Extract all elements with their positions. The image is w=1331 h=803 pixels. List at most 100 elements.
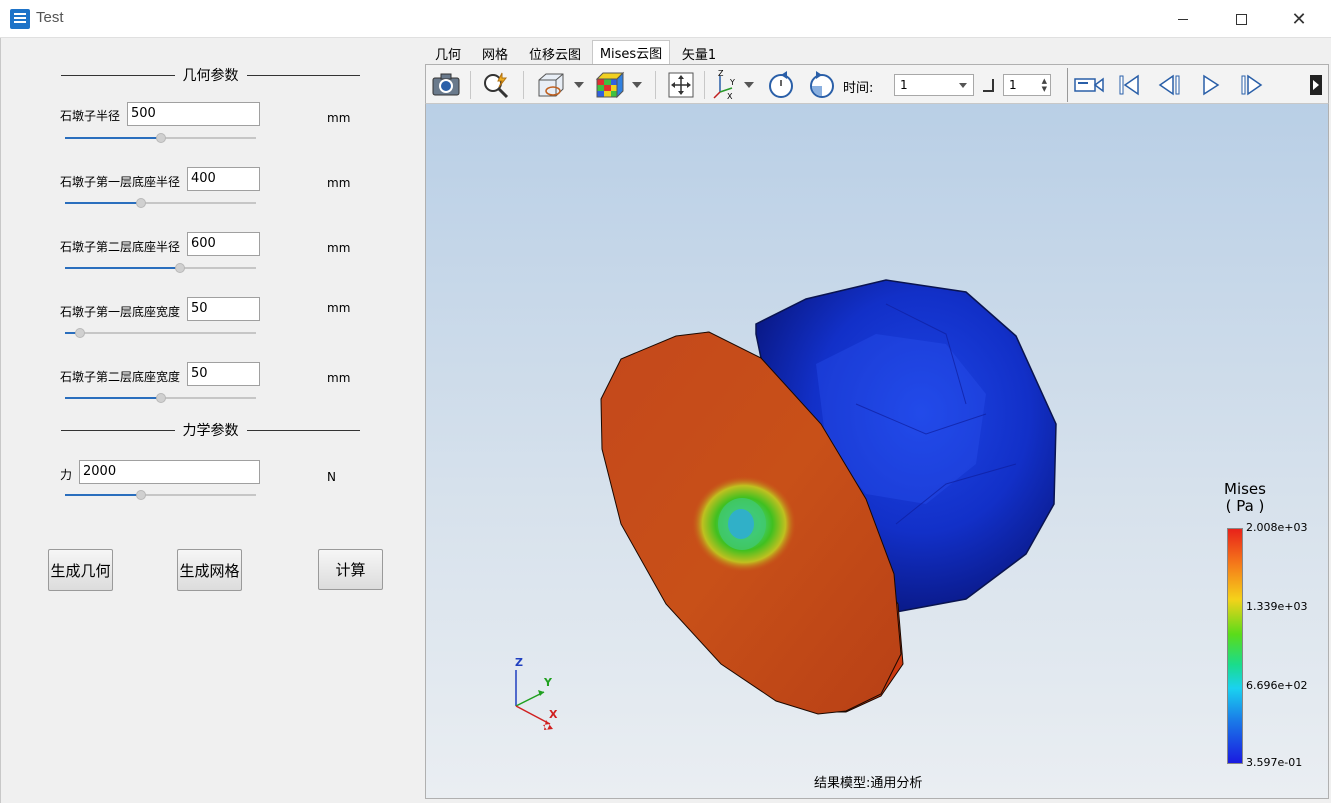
step-icon [983, 79, 994, 92]
force-input[interactable]: 2000 [79, 460, 260, 484]
rotate-cw-icon [769, 71, 793, 98]
minimize-button[interactable] [1154, 0, 1212, 38]
slider-thumb[interactable] [174, 263, 185, 273]
close-button[interactable]: ✕ [1270, 0, 1328, 38]
param-unit: mm [327, 241, 351, 255]
rotate-cw-button[interactable] [764, 68, 798, 102]
radius-slider[interactable] [65, 132, 256, 144]
base2-radius-input[interactable]: 600 [187, 232, 260, 256]
maximize-button[interactable] [1212, 0, 1270, 38]
record-button[interactable] [1069, 68, 1109, 102]
geometry-section-title: 几何参数 [182, 68, 239, 84]
result-viewport[interactable]: Z Y X Mises ( Pa ) 2.008e+03 1.339e+03 6… [425, 104, 1329, 799]
title-bar: Test ✕ [0, 0, 1331, 38]
mechanics-section-title: 力学参数 [182, 423, 239, 439]
first-frame-button[interactable] [1112, 68, 1146, 102]
prev-frame-icon [1158, 74, 1180, 96]
color-legend-bar [1227, 528, 1243, 764]
radius-input[interactable]: 500 [127, 102, 260, 126]
force-slider[interactable] [65, 489, 256, 501]
box-view-button[interactable] [534, 68, 568, 102]
screenshot-button[interactable] [429, 68, 463, 102]
record-icon [1074, 77, 1104, 93]
axis-y-label: Y [544, 676, 552, 689]
param-label-force: 力 [60, 468, 73, 482]
first-frame-icon [1119, 74, 1139, 96]
slider-thumb[interactable] [75, 328, 86, 338]
toolbar-overflow-button[interactable] [1310, 75, 1322, 95]
param-unit: mm [327, 111, 351, 125]
param-label-base2-radius: 石墩子第二层底座半径 [60, 240, 181, 254]
window-title: Test [36, 9, 64, 26]
chevron-right-icon [1313, 80, 1319, 90]
legend-mid-high: 1.339e+03 [1246, 600, 1308, 613]
legend-title-line2: ( Pa ) [1225, 497, 1265, 515]
spin-up-icon[interactable]: ▲ [1042, 77, 1047, 85]
param-unit: mm [327, 371, 351, 385]
fit-view-icon [668, 72, 694, 98]
slider-thumb[interactable] [155, 393, 166, 403]
time-select[interactable]: 1 [894, 74, 974, 96]
tab-mesh[interactable]: 网格 [475, 42, 515, 64]
result-model-status: 结果模型:通用分析 [814, 776, 923, 791]
spin-down-icon[interactable]: ▼ [1042, 85, 1047, 93]
axes-icon: ZYX [713, 70, 735, 100]
base1-width-input[interactable]: 50 [187, 297, 260, 321]
chevron-down-icon [959, 83, 967, 88]
svg-text:Y: Y [729, 78, 735, 87]
axis-x-label: X [549, 708, 558, 721]
svg-text:X: X [727, 92, 733, 100]
param-unit: mm [327, 176, 351, 190]
next-frame-icon [1241, 74, 1263, 96]
base2-width-slider[interactable] [65, 392, 256, 404]
param-label-base1-width: 石墩子第一层底座宽度 [60, 305, 181, 319]
param-label-base2-width: 石墩子第二层底座宽度 [60, 370, 181, 384]
tab-mises[interactable]: Mises云图 [592, 40, 670, 64]
legend-title-line1: Mises [1224, 480, 1266, 498]
param-unit: N [327, 470, 336, 484]
tab-displacement[interactable]: 位移云图 [523, 42, 587, 64]
maximize-icon [1235, 13, 1247, 25]
minimize-icon [1178, 18, 1188, 20]
legend-max: 2.008e+03 [1246, 521, 1308, 534]
view-tabs: 几何 网格 位移云图 Mises云图 矢量1 [425, 38, 1329, 64]
generate-mesh-button[interactable]: 生成网格 [177, 549, 242, 591]
app-icon [10, 9, 30, 29]
tab-vector[interactable]: 矢量1 [677, 42, 721, 64]
play-icon [1203, 74, 1220, 96]
slider-thumb[interactable] [155, 133, 166, 143]
legend-min: 3.597e-01 [1246, 756, 1303, 769]
base2-radius-slider[interactable] [65, 262, 256, 274]
slider-thumb[interactable] [136, 198, 147, 208]
close-icon: ✕ [1291, 8, 1307, 30]
rotate-ccw-button[interactable] [805, 68, 839, 102]
slider-thumb[interactable] [136, 490, 147, 500]
color-map-button[interactable] [593, 68, 627, 102]
next-frame-button[interactable] [1234, 68, 1268, 102]
step-spinbox-value: 1 [1009, 78, 1017, 92]
param-label-radius: 石墩子半径 [60, 109, 121, 123]
axis-z-label: Z [515, 656, 523, 669]
mechanics-section-header: 力学参数 [61, 420, 360, 440]
zoom-button[interactable] [480, 68, 514, 102]
parameter-panel: 几何参数 石墩子半径 500 mm 石墩子第一层底座半径 400 mm 石墩子第… [0, 38, 420, 803]
fit-view-button[interactable] [664, 68, 698, 102]
rotate-ccw-icon [810, 71, 834, 98]
step-spinbox[interactable]: 1 ▲ ▼ [1003, 74, 1051, 96]
time-select-value: 1 [900, 78, 908, 92]
tab-geometry[interactable]: 几何 [429, 42, 467, 64]
generate-geometry-button[interactable]: 生成几何 [48, 549, 113, 591]
prev-frame-button[interactable] [1153, 68, 1187, 102]
color-cube-icon [595, 71, 625, 99]
compute-button[interactable]: 计算 [318, 549, 383, 590]
base1-radius-input[interactable]: 400 [187, 167, 260, 191]
legend-title: Mises ( Pa ) [1224, 481, 1266, 515]
play-button[interactable] [1194, 68, 1228, 102]
zoom-icon [484, 72, 509, 99]
legend-mid-low: 6.696e+02 [1246, 679, 1308, 692]
base1-radius-slider[interactable] [65, 197, 256, 209]
base1-width-slider[interactable] [65, 327, 256, 339]
axes-view-button[interactable]: ZYX [708, 68, 742, 102]
time-label: 时间: [843, 81, 874, 96]
base2-width-input[interactable]: 50 [187, 362, 260, 386]
